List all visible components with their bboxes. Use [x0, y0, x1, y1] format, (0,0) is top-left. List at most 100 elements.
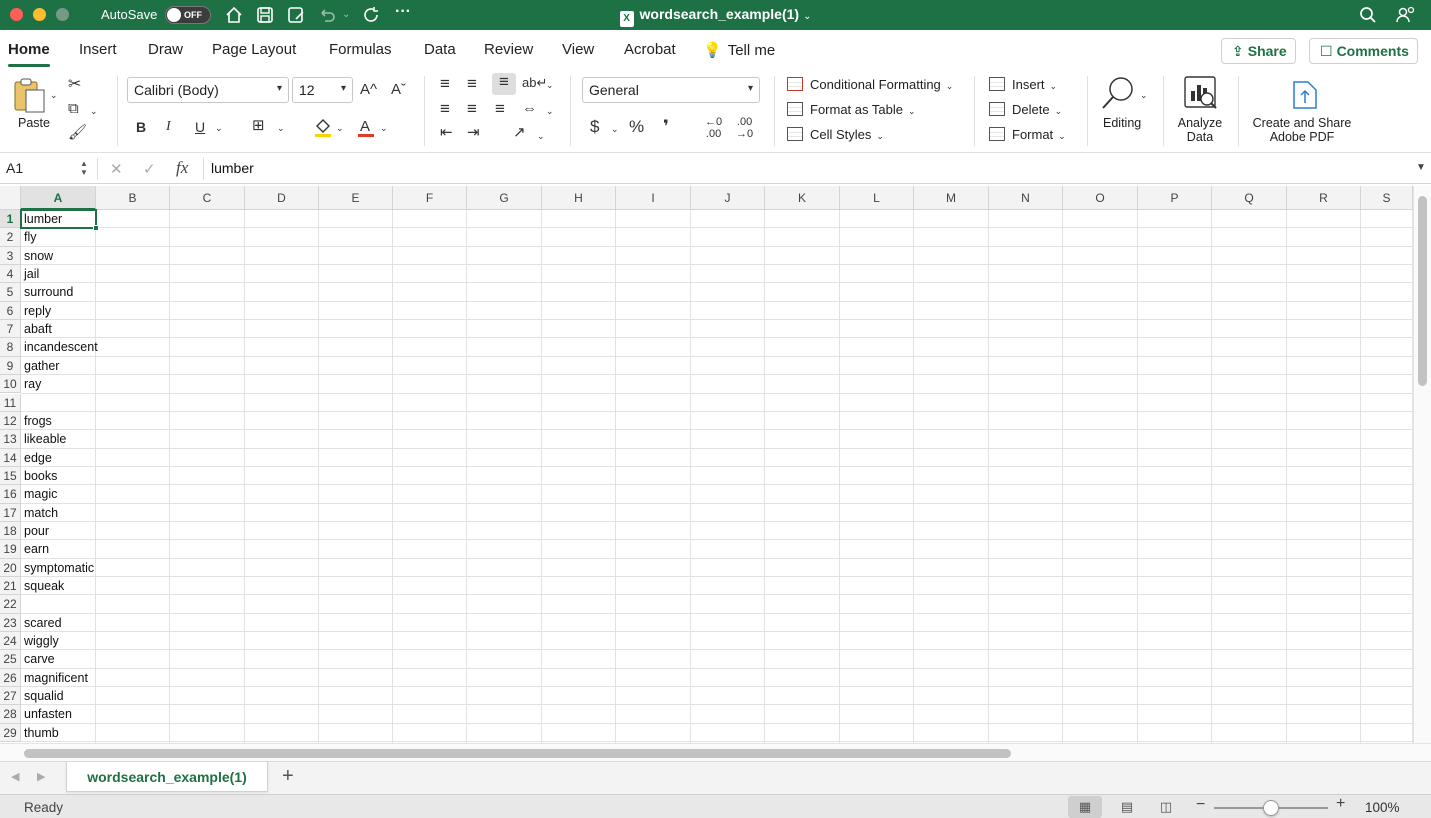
cell-a8[interactable]: incandescent [24, 338, 98, 356]
page-layout-view-icon[interactable]: ▤ [1110, 796, 1144, 818]
comments-button[interactable]: ☐ Comments [1309, 38, 1418, 64]
column-header[interactable]: D [245, 186, 319, 210]
font-color-icon[interactable]: A [356, 116, 376, 142]
font-size-select[interactable]: 12 ▾ [292, 77, 353, 103]
row-header[interactable]: 1 [0, 210, 21, 229]
cell-a20[interactable]: symptomatic [24, 559, 94, 577]
row-header[interactable]: 11 [0, 393, 21, 412]
column-header[interactable]: K [765, 186, 840, 210]
column-header[interactable]: G [467, 186, 542, 210]
row-header[interactable]: 8 [0, 338, 21, 357]
row-header[interactable]: 10 [0, 375, 21, 394]
cell-a6[interactable]: reply [24, 302, 51, 320]
insert-function-button[interactable]: fx [176, 158, 188, 178]
editing-dropdown-icon[interactable]: ⌄ [1140, 86, 1148, 104]
row-header[interactable]: 23 [0, 613, 21, 633]
editing-label[interactable]: Editing [1103, 116, 1141, 130]
row-header[interactable]: 3 [0, 246, 21, 266]
underline-button[interactable]: U [195, 118, 205, 136]
fill-handle[interactable] [93, 225, 99, 232]
zoom-window-button[interactable] [56, 8, 69, 21]
expand-formula-bar-icon[interactable]: ▼ [1416, 162, 1426, 173]
prev-sheet-icon[interactable]: ◀ [11, 770, 19, 783]
cell-a18[interactable]: pour [24, 522, 49, 540]
fill-color-dropdown-icon[interactable]: ⌄ [336, 119, 344, 137]
align-bottom-icon[interactable]: ≡ [492, 73, 516, 95]
redo-icon[interactable] [362, 5, 382, 30]
decrease-decimal-button[interactable]: .00 →0 [736, 116, 753, 140]
underline-dropdown-icon[interactable]: ⌄ [215, 119, 223, 137]
row-header[interactable]: 14 [0, 448, 21, 467]
align-left-icon[interactable]: ≡ [440, 100, 450, 118]
merge-center-icon[interactable]: ⇔ [522, 100, 537, 118]
horizontal-scrollbar[interactable] [0, 743, 1431, 761]
row-header[interactable]: 12 [0, 411, 21, 431]
row-header[interactable]: 15 [0, 466, 21, 486]
more-icon[interactable]: ··· [395, 3, 411, 21]
row-header[interactable]: 21 [0, 577, 21, 596]
column-header[interactable]: M [914, 186, 989, 210]
cell-a3[interactable]: snow [24, 247, 53, 265]
row-header[interactable]: 22 [0, 595, 21, 614]
undo-dropdown-icon[interactable]: ⌄ [342, 9, 350, 20]
next-sheet-icon[interactable]: ▶ [37, 770, 45, 783]
fill-color-icon[interactable] [313, 116, 333, 142]
column-header[interactable]: H [542, 186, 616, 210]
analyze-data-icon[interactable] [1182, 74, 1220, 116]
copy-dropdown-icon[interactable]: ⌄ [90, 102, 98, 120]
cell-a13[interactable]: likeable [24, 430, 66, 448]
orientation-dropdown-icon[interactable]: ⌄ [537, 127, 545, 145]
row-header[interactable]: 26 [0, 668, 21, 688]
row-header[interactable]: 19 [0, 540, 21, 559]
search-icon[interactable] [1358, 5, 1378, 30]
currency-button[interactable]: $ [590, 118, 599, 136]
confirm-formula-icon[interactable]: ✓ [143, 160, 156, 178]
autosave-toggle[interactable]: OFF [165, 6, 211, 24]
row-header[interactable]: 18 [0, 521, 21, 541]
column-header[interactable]: B [96, 186, 170, 210]
shrink-font-button[interactable]: Aˇ [391, 81, 406, 99]
tab-data[interactable]: Data [424, 41, 456, 58]
column-header[interactable]: R [1287, 186, 1361, 210]
column-header[interactable]: P [1138, 186, 1212, 210]
grow-font-button[interactable]: A^ [360, 81, 377, 99]
row-header[interactable]: 6 [0, 301, 21, 321]
zoom-out-icon[interactable]: − [1196, 796, 1205, 814]
column-header[interactable]: Q [1212, 186, 1287, 210]
format-as-table-button[interactable]: Format as Table ⌄ [787, 102, 916, 117]
decrease-indent-icon[interactable]: ⇤ [440, 124, 453, 142]
increase-decimal-button[interactable]: ←0.00 [705, 116, 722, 140]
format-cells-button[interactable]: Format ⌄ [989, 127, 1066, 142]
row-header[interactable]: 7 [0, 320, 21, 339]
column-header[interactable]: I [616, 186, 691, 210]
italic-button[interactable]: I [166, 118, 171, 136]
bold-button[interactable]: B [136, 118, 146, 136]
cell-a27[interactable]: squalid [24, 687, 64, 705]
cell-a28[interactable]: unfasten [24, 705, 72, 723]
format-painter-icon[interactable]: 🖌 [68, 124, 87, 142]
number-format-select[interactable]: General ▾ [582, 77, 760, 103]
font-name-select[interactable]: Calibri (Body) ▾ [127, 77, 289, 103]
row-header[interactable]: 2 [0, 228, 21, 247]
comma-style-button[interactable]: ❜ [663, 118, 669, 136]
analyze-data-label[interactable]: Analyze Data [1174, 116, 1226, 144]
cell-a5[interactable]: surround [24, 283, 73, 301]
column-header[interactable]: S [1361, 186, 1413, 210]
copy-icon[interactable]: ⧉ [68, 100, 79, 118]
column-header[interactable]: C [170, 186, 245, 210]
home-icon[interactable] [224, 5, 244, 30]
name-box[interactable]: A1 ▲ ▼ [6, 158, 92, 180]
cell-a15[interactable]: books [24, 467, 57, 485]
cell-a4[interactable]: jail [24, 265, 39, 283]
column-header[interactable]: J [691, 186, 765, 210]
cell-a19[interactable]: earn [24, 540, 49, 558]
cell-a10[interactable]: ray [24, 375, 41, 393]
row-header[interactable]: 5 [0, 283, 21, 302]
merge-dropdown-icon[interactable]: ⌄ [546, 102, 554, 120]
undo-icon[interactable] [317, 5, 337, 30]
save-as-icon[interactable] [286, 5, 306, 30]
editing-search-icon[interactable] [1099, 75, 1139, 115]
tab-acrobat[interactable]: Acrobat [624, 41, 676, 58]
percent-button[interactable]: % [629, 118, 644, 136]
paste-icon[interactable] [12, 76, 48, 116]
